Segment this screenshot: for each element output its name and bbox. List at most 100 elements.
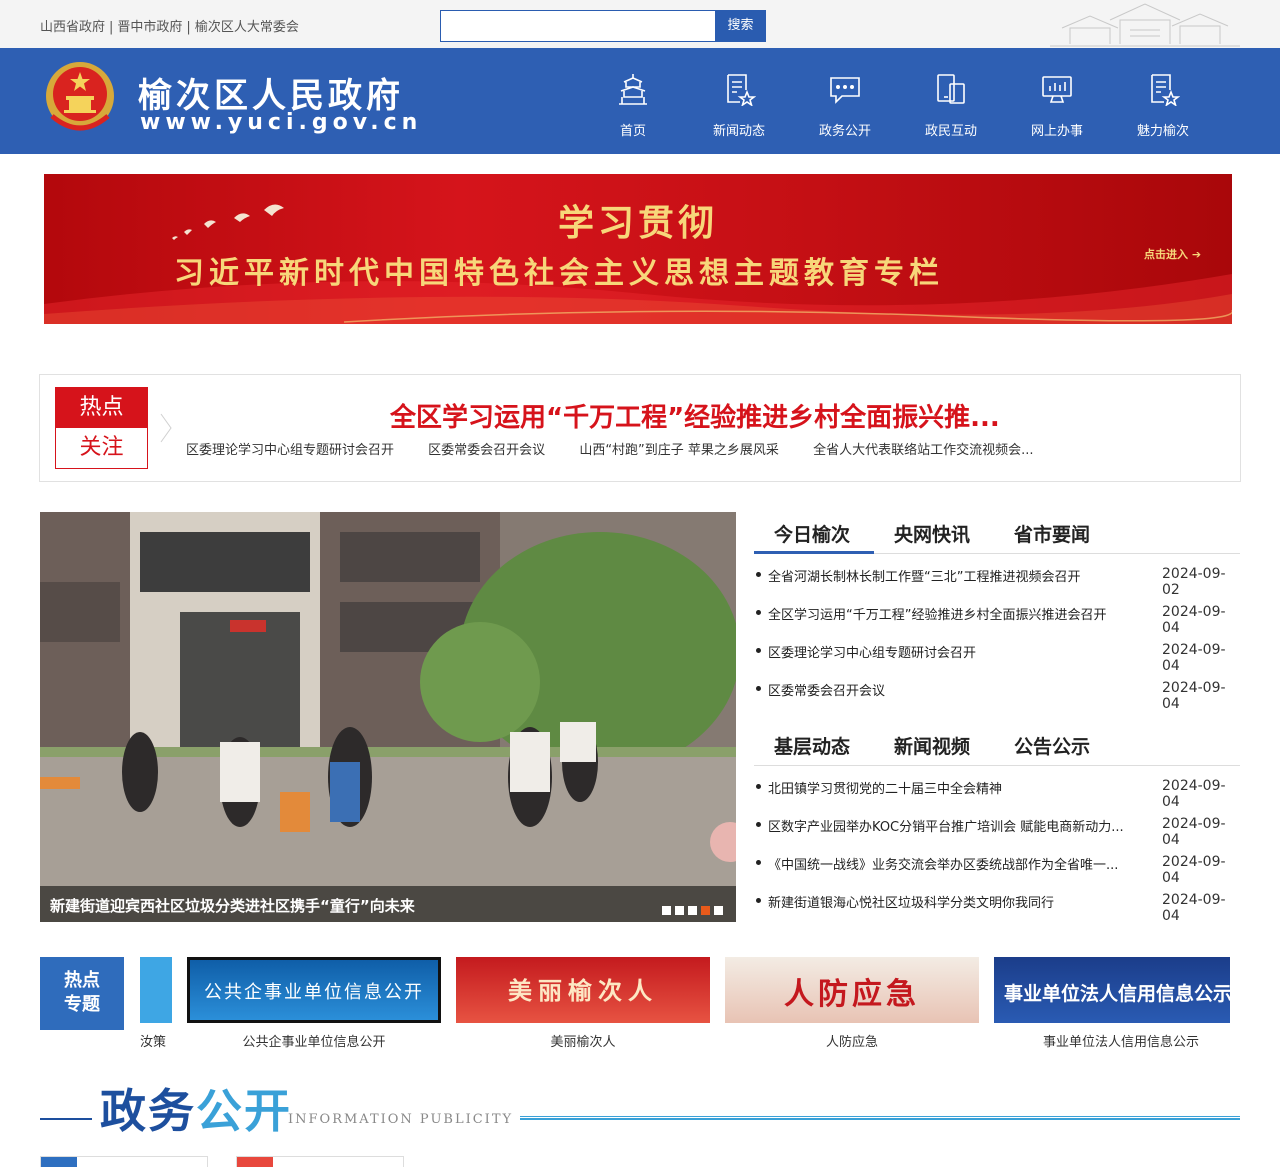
chat-bubble-icon [830, 77, 860, 104]
banner-enter-link[interactable]: 点击进入 ➔ [1144, 246, 1201, 262]
tab-province-news[interactable]: 省市要闻 [1014, 520, 1090, 547]
news-date: 2024-09-04 [1162, 604, 1226, 636]
nav-label: 政务公开 [818, 124, 871, 139]
arrow-right-icon: ➔ [1191, 248, 1202, 261]
carousel-dot[interactable] [688, 906, 697, 915]
search-input-wrapper [440, 10, 716, 42]
news-item[interactable]: 新建街道银海心悦社区垃圾科学分类文明你我同行 2024-09-04 [754, 892, 1240, 924]
hot-headline[interactable]: 全区学习运用“千万工程”经验推进乡村全面振兴推... [390, 397, 1000, 434]
topic-name-partial[interactable]: 汝策 [140, 1031, 172, 1050]
bullet-icon [756, 572, 761, 577]
site-url: www.yuci.gov.cn [140, 110, 423, 135]
news-title[interactable]: 区委理论学习中心组专题研讨会召开 [768, 642, 1150, 661]
hot-link[interactable]: 山西“村跑”到庄子 苹果之乡展风采 [579, 439, 779, 458]
news-date: 2024-09-02 [1162, 566, 1226, 598]
topic-card-civil-defense[interactable]: 人防应急 [725, 957, 979, 1023]
site-header: 榆次区人民政府 www.yuci.gov.cn 首页 新闻动态 政务公开 政民互… [0, 48, 1280, 154]
topic-name[interactable]: 美丽榆次人 [456, 1031, 710, 1050]
top-link-jinzhong[interactable]: 晋中市政府 [117, 20, 182, 35]
nav-item-news[interactable]: 新闻动态 [686, 48, 792, 154]
hot-topics-line2: 专题 [64, 994, 100, 1015]
news-title[interactable]: 新建街道银海心悦社区垃圾科学分类文明你我同行 [768, 892, 1150, 911]
tab-grassroots[interactable]: 基层动态 [774, 732, 850, 759]
tab-news-video[interactable]: 新闻视频 [894, 732, 970, 759]
hot-focus-badge: 热点 关注 [55, 387, 148, 469]
carousel-caption[interactable]: 新建街道迎宾西社区垃圾分类进社区携手“童行”向未来 [50, 895, 415, 916]
news-item[interactable]: 区数字产业园举办KOC分销平台推广培训会 赋能电商新动力... 2024-09-0… [754, 816, 1240, 848]
top-link-congress[interactable]: 榆次区人大常委会 [195, 20, 299, 35]
topic-name[interactable]: 事业单位法人信用信息公示 [994, 1031, 1248, 1050]
topic-card-art: 美丽榆次人 [508, 976, 658, 1005]
topic-name[interactable]: 人防应急 [725, 1031, 979, 1050]
nav-label: 新闻动态 [712, 124, 765, 139]
news-item[interactable]: 全省河湖长制林长制工作暨“三北”工程推进视频会召开 2024-09-02 [754, 566, 1240, 598]
tab-active-indicator [754, 551, 874, 554]
top-bar: 山西省政府 | 晋中市政府 | 榆次区人大常委会 搜索 [0, 0, 1280, 48]
banner-title: 学习贯彻 [557, 202, 718, 244]
news-title[interactable]: 区委常委会召开会议 [768, 680, 1150, 699]
nav-label: 政民互动 [924, 124, 977, 139]
search-button[interactable]: 搜索 [715, 10, 766, 42]
news-item[interactable]: 《中国统一战线》业务交流会举办区委统战部作为全省唯一... 2024-09-04 [754, 854, 1240, 886]
tab-cctv-news[interactable]: 央网快讯 [894, 520, 970, 547]
devices-icon [937, 74, 965, 104]
info-icon [41, 1157, 77, 1167]
section-title: 政务公开 [100, 1075, 292, 1141]
triangle-right-icon [160, 413, 172, 443]
news-title[interactable]: 全区学习运用“千万工程”经验推进乡村全面振兴推进会召开 [768, 604, 1150, 623]
news-item[interactable]: 北田镇学习贯彻党的二十届三中全会精神 2024-09-04 [754, 778, 1240, 810]
carousel-dot[interactable] [675, 906, 684, 915]
bullet-icon [756, 610, 761, 615]
news-date: 2024-09-04 [1162, 778, 1226, 810]
carousel-dots [662, 900, 727, 919]
news-item[interactable]: 全区学习运用“千万工程”经验推进乡村全面振兴推进会召开 2024-09-04 [754, 604, 1240, 636]
carousel-dot[interactable] [714, 906, 723, 915]
nav-label: 魅力榆次 [1136, 124, 1189, 139]
news-item[interactable]: 区委常委会召开会议 2024-09-04 [754, 680, 1240, 712]
news-tabs-2: 基层动态 新闻视频 公告公示 [754, 724, 1240, 766]
hot-link[interactable]: 全省人大代表联络站工作交流视频会... [813, 439, 1033, 458]
tab-today-yuci[interactable]: 今日榆次 [774, 520, 850, 547]
top-links: 山西省政府 | 晋中市政府 | 榆次区人大常委会 [40, 20, 299, 35]
star-doc-icon [1151, 74, 1180, 106]
news-title[interactable]: 全省河湖长制林长制工作暨“三北”工程推进视频会召开 [768, 566, 1150, 585]
news-title[interactable]: 《中国统一战线》业务交流会举办区委统战部作为全省唯一... [768, 854, 1150, 873]
topic-name[interactable]: 公共企事业单位信息公开 [187, 1031, 441, 1050]
nav-item-interaction[interactable]: 政民互动 [898, 48, 1004, 154]
search-input[interactable] [441, 11, 715, 41]
tab-notices[interactable]: 公告公示 [1014, 732, 1090, 759]
hot-link[interactable]: 区委常委会召开会议 [428, 439, 545, 458]
top-link-shanxi[interactable]: 山西省政府 [40, 20, 105, 35]
temple-watermark-icon [1050, 3, 1240, 47]
section-line-right [520, 1116, 1240, 1120]
topic-card-beautiful-yuci[interactable]: 美丽榆次人 [456, 957, 710, 1023]
topic-card-credit-info[interactable]: 事业单位法人信用信息公示 [994, 957, 1230, 1023]
nav-item-home[interactable]: 首页 [580, 48, 686, 154]
news-carousel[interactable]: 新建街道迎宾西社区垃圾分类进社区携手“童行”向未来 [40, 512, 736, 922]
carousel-dot-active[interactable] [701, 906, 710, 915]
news-title[interactable]: 区数字产业园举办KOC分销平台推广培训会 赋能电商新动力... [768, 816, 1150, 835]
section-title-dark: 政务 [100, 1084, 196, 1138]
topic-card-public-info[interactable]: 公共企事业单位信息公开 [187, 957, 441, 1023]
banner-subtitle: 习近平新时代中国特色社会主义思想主题教育专栏 [174, 256, 944, 291]
pagoda-icon [619, 74, 647, 105]
theme-education-banner[interactable]: 学习贯彻 习近平新时代中国特色社会主义思想主题教育专栏 点击进入 ➔ [44, 174, 1232, 324]
bullet-icon [756, 898, 761, 903]
national-emblem-icon[interactable] [44, 60, 116, 136]
bullet-icon [756, 648, 761, 653]
nav-item-charm-yuci[interactable]: 魅力榆次 [1110, 48, 1216, 154]
hot-link[interactable]: 区委理论学习中心组专题研讨会召开 [186, 439, 394, 458]
hot-topics-label: 热点 专题 [40, 957, 124, 1030]
carousel-dot[interactable] [662, 906, 671, 915]
news-title[interactable]: 北田镇学习贯彻党的二十届三中全会精神 [768, 778, 1150, 797]
nav-item-online-service[interactable]: 网上办事 [1004, 48, 1110, 154]
topic-card-partial[interactable] [140, 957, 172, 1023]
hot-links: 区委理论学习中心组专题研讨会召开 区委常委会召开会议 山西“村跑”到庄子 苹果之… [186, 439, 1063, 458]
section-title-light: 公开 [196, 1084, 292, 1138]
bullet-icon [756, 860, 761, 865]
news-item[interactable]: 区委理论学习中心组专题研讨会召开 2024-09-04 [754, 642, 1240, 674]
news-tabs-1: 今日榆次 央网快讯 省市要闻 [754, 512, 1240, 554]
gov-info-tab-1[interactable] [40, 1156, 208, 1167]
gov-info-tab-2[interactable] [236, 1156, 404, 1167]
nav-item-gov-affairs[interactable]: 政务公开 [792, 48, 898, 154]
